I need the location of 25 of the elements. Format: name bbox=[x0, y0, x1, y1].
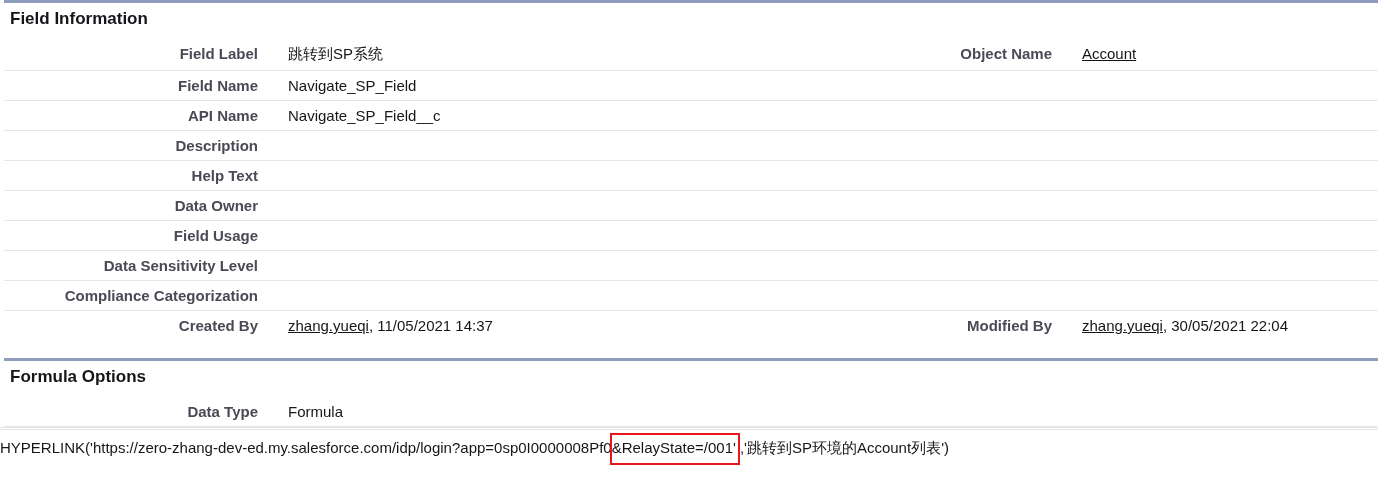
field-label: Object Name bbox=[960, 45, 1052, 62]
field-label: Field Label bbox=[178, 45, 258, 64]
field-value: 跳转到SP系统 bbox=[288, 45, 383, 62]
record-link[interactable]: zhang.yueqi bbox=[1082, 317, 1163, 334]
field-label: Field Name bbox=[176, 77, 258, 94]
field-label: Modified By bbox=[967, 317, 1052, 334]
field-label: Data Owner bbox=[173, 197, 258, 214]
field-label: Data Type bbox=[186, 403, 258, 420]
field-label: Help Text bbox=[190, 167, 258, 184]
user-link[interactable]: zhang.yueqi bbox=[288, 317, 369, 334]
field-value: Navigate_SP_Field bbox=[288, 77, 417, 94]
record-link[interactable]: Account bbox=[1082, 45, 1137, 62]
section-title: Formula Options bbox=[9, 366, 147, 388]
field-label: Field Usage bbox=[172, 227, 258, 244]
field-label: Description bbox=[174, 137, 258, 154]
field-value: , 11/05/2021 14:37 bbox=[368, 317, 493, 334]
field-label: Data Sensitivity Level bbox=[102, 257, 258, 274]
field-value: , 30/05/2021 22:04 bbox=[1162, 317, 1289, 334]
field-label: Compliance Categorization bbox=[63, 287, 258, 304]
section-title: Field Information bbox=[9, 8, 149, 30]
formula-text: ,'跳转到SP环境的Account列表') bbox=[739, 439, 949, 456]
field-label: Created By bbox=[177, 317, 258, 334]
field-value: Navigate_SP_Field__c bbox=[288, 107, 441, 124]
field-value: Formula bbox=[288, 403, 343, 420]
field-label: API Name bbox=[186, 107, 258, 124]
